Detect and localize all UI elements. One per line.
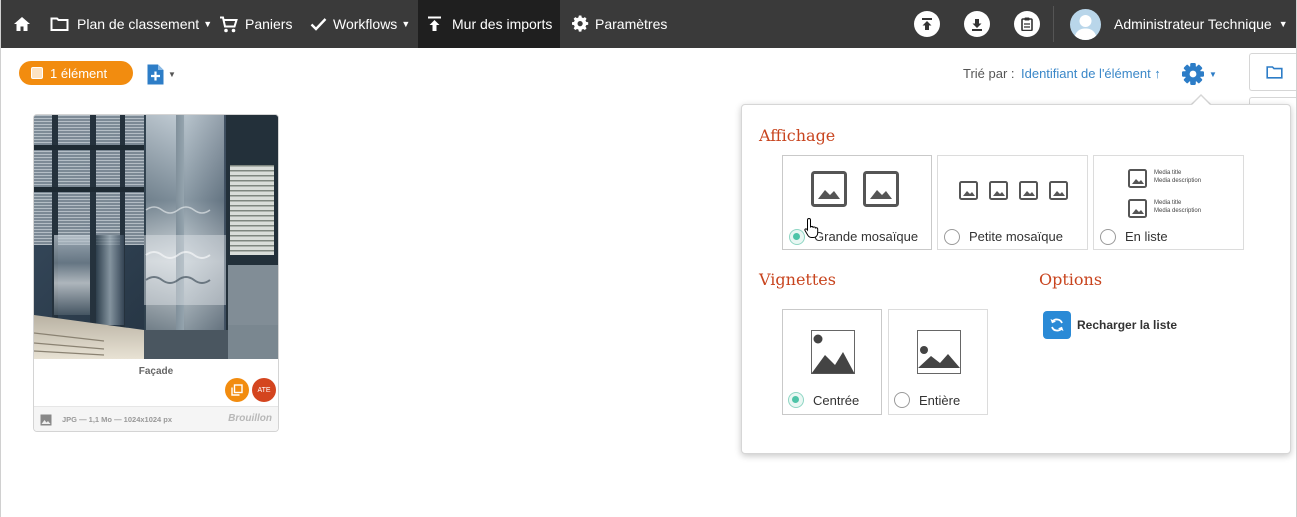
- thumb-option-full[interactable]: Entière: [888, 309, 988, 415]
- display-option-large-grid[interactable]: Grande mosaïque: [782, 155, 932, 250]
- copy-icon: [231, 384, 243, 396]
- add-file-button[interactable]: ▼: [146, 62, 180, 86]
- small-grid-icon: [959, 181, 1068, 200]
- nav-workflows[interactable]: Workflows ▼: [310, 0, 410, 48]
- check-icon: [310, 18, 327, 31]
- full-label: Entière: [919, 393, 961, 408]
- nav-mur-label: Mur des imports: [452, 16, 553, 32]
- selection-count-label: 1 élément: [50, 65, 108, 81]
- small-grid-label: Petite mosaïque: [969, 229, 1063, 244]
- facade-photo: [34, 115, 278, 359]
- refresh-icon: [1050, 318, 1064, 332]
- copy-badge[interactable]: [225, 378, 249, 402]
- gear-icon: [1182, 63, 1204, 85]
- clipboard-icon: [1021, 17, 1033, 31]
- thumb-full-icon: [917, 330, 961, 374]
- radio-list[interactable]: [1100, 229, 1116, 245]
- thumb-centered-icon: [811, 330, 855, 374]
- user-icon: [1074, 15, 1097, 40]
- nav-paniers[interactable]: Paniers: [219, 0, 292, 48]
- media-card[interactable]: Façade ATE JPG — 1,1 Mo — 1024x1024 px B…: [33, 114, 279, 432]
- display-section-title: Affichage: [759, 126, 836, 145]
- list-icon: [1128, 169, 1147, 218]
- user-name: Administrateur Technique: [1114, 16, 1272, 32]
- nav-workflows-label: Workflows: [333, 16, 398, 32]
- list-sample-desc-2: Media description: [1154, 208, 1202, 214]
- list-sample-desc-1: Media description: [1154, 178, 1202, 184]
- upload-circle-icon: [922, 17, 932, 30]
- media-title: Façade: [138, 366, 174, 377]
- chevron-down-icon: ▼: [1278, 19, 1288, 29]
- nav-parametres-label: Paramètres: [595, 16, 668, 32]
- nav-paniers-label: Paniers: [245, 16, 293, 32]
- folder-icon: [50, 17, 69, 31]
- reload-list-button[interactable]: [1043, 311, 1071, 339]
- download-circle-icon: [972, 18, 982, 31]
- chevron-down-icon: ▼: [401, 19, 411, 29]
- selection-count-button[interactable]: 1 élément: [19, 61, 133, 85]
- clipboard-button[interactable]: [1014, 11, 1040, 37]
- upload-button[interactable]: [914, 11, 940, 37]
- list-sample-title-1: Media title: [1154, 170, 1182, 176]
- media-thumbnail[interactable]: [34, 115, 278, 359]
- list-sample-title-2: Media title: [1154, 200, 1182, 206]
- radio-full[interactable]: [894, 392, 910, 408]
- chevron-down-icon: ▼: [203, 19, 213, 29]
- thumb-option-centered[interactable]: Centrée: [782, 309, 882, 415]
- list-label: En liste: [1125, 229, 1168, 244]
- ate-badge[interactable]: ATE: [252, 378, 276, 402]
- chevron-down-icon: ▼: [1209, 69, 1217, 79]
- radio-large-grid[interactable]: [789, 229, 805, 245]
- chevron-down-icon: ▼: [168, 69, 176, 79]
- status-badge: Brouillon: [228, 413, 272, 424]
- avatar[interactable]: [1070, 9, 1101, 40]
- nav-divider: [1053, 6, 1054, 42]
- side-panel-folder-tab[interactable]: [1249, 53, 1296, 91]
- folder-icon: [1265, 66, 1283, 79]
- media-meta: JPG — 1,1 Mo — 1024x1024 px: [62, 415, 173, 424]
- sort-label: Trié par :: [963, 66, 1015, 81]
- display-option-small-grid[interactable]: Petite mosaïque: [937, 155, 1088, 250]
- radio-small-grid[interactable]: [944, 229, 960, 245]
- upload-icon: [428, 16, 441, 31]
- media-footer: JPG — 1,1 Mo — 1024x1024 px Brouillon: [34, 406, 278, 431]
- nav-plan-de-classement[interactable]: Plan de classement ▼: [50, 0, 212, 48]
- gear-icon: [572, 15, 589, 32]
- display-settings-button[interactable]: ▼: [1181, 61, 1219, 87]
- options-section-title: Options: [1039, 270, 1103, 289]
- app-window: Plan de classement ▼ Paniers Workflows ▼…: [0, 0, 1297, 517]
- nav-plan-label: Plan de classement: [77, 16, 200, 32]
- display-option-list[interactable]: Media title Media description Media titl…: [1093, 155, 1244, 250]
- home-icon: [14, 17, 30, 31]
- radio-centered[interactable]: [788, 392, 804, 408]
- large-grid-icon: [811, 171, 899, 207]
- large-grid-label: Grande mosaïque: [814, 229, 919, 244]
- user-menu[interactable]: Administrateur Technique ▼: [1114, 0, 1288, 48]
- top-navbar: Plan de classement ▼ Paniers Workflows ▼…: [1, 0, 1296, 48]
- add-file-icon: [147, 64, 164, 84]
- panel-arrow-inner: [1191, 96, 1211, 106]
- reload-list-label[interactable]: Recharger la liste: [1077, 318, 1177, 332]
- centered-label: Centrée: [813, 393, 860, 408]
- nav-parametres[interactable]: Paramètres: [572, 0, 667, 48]
- nav-mur-des-imports[interactable]: Mur des imports: [418, 0, 560, 48]
- image-icon: [40, 414, 52, 426]
- thumbs-section-title: Vignettes: [759, 270, 836, 289]
- home-button[interactable]: [13, 0, 31, 48]
- sort-field-link[interactable]: Identifiant de l'élément ↑: [1021, 66, 1161, 81]
- download-button[interactable]: [964, 11, 990, 37]
- cart-icon: [220, 16, 238, 32]
- select-all-checkbox[interactable]: [31, 67, 43, 79]
